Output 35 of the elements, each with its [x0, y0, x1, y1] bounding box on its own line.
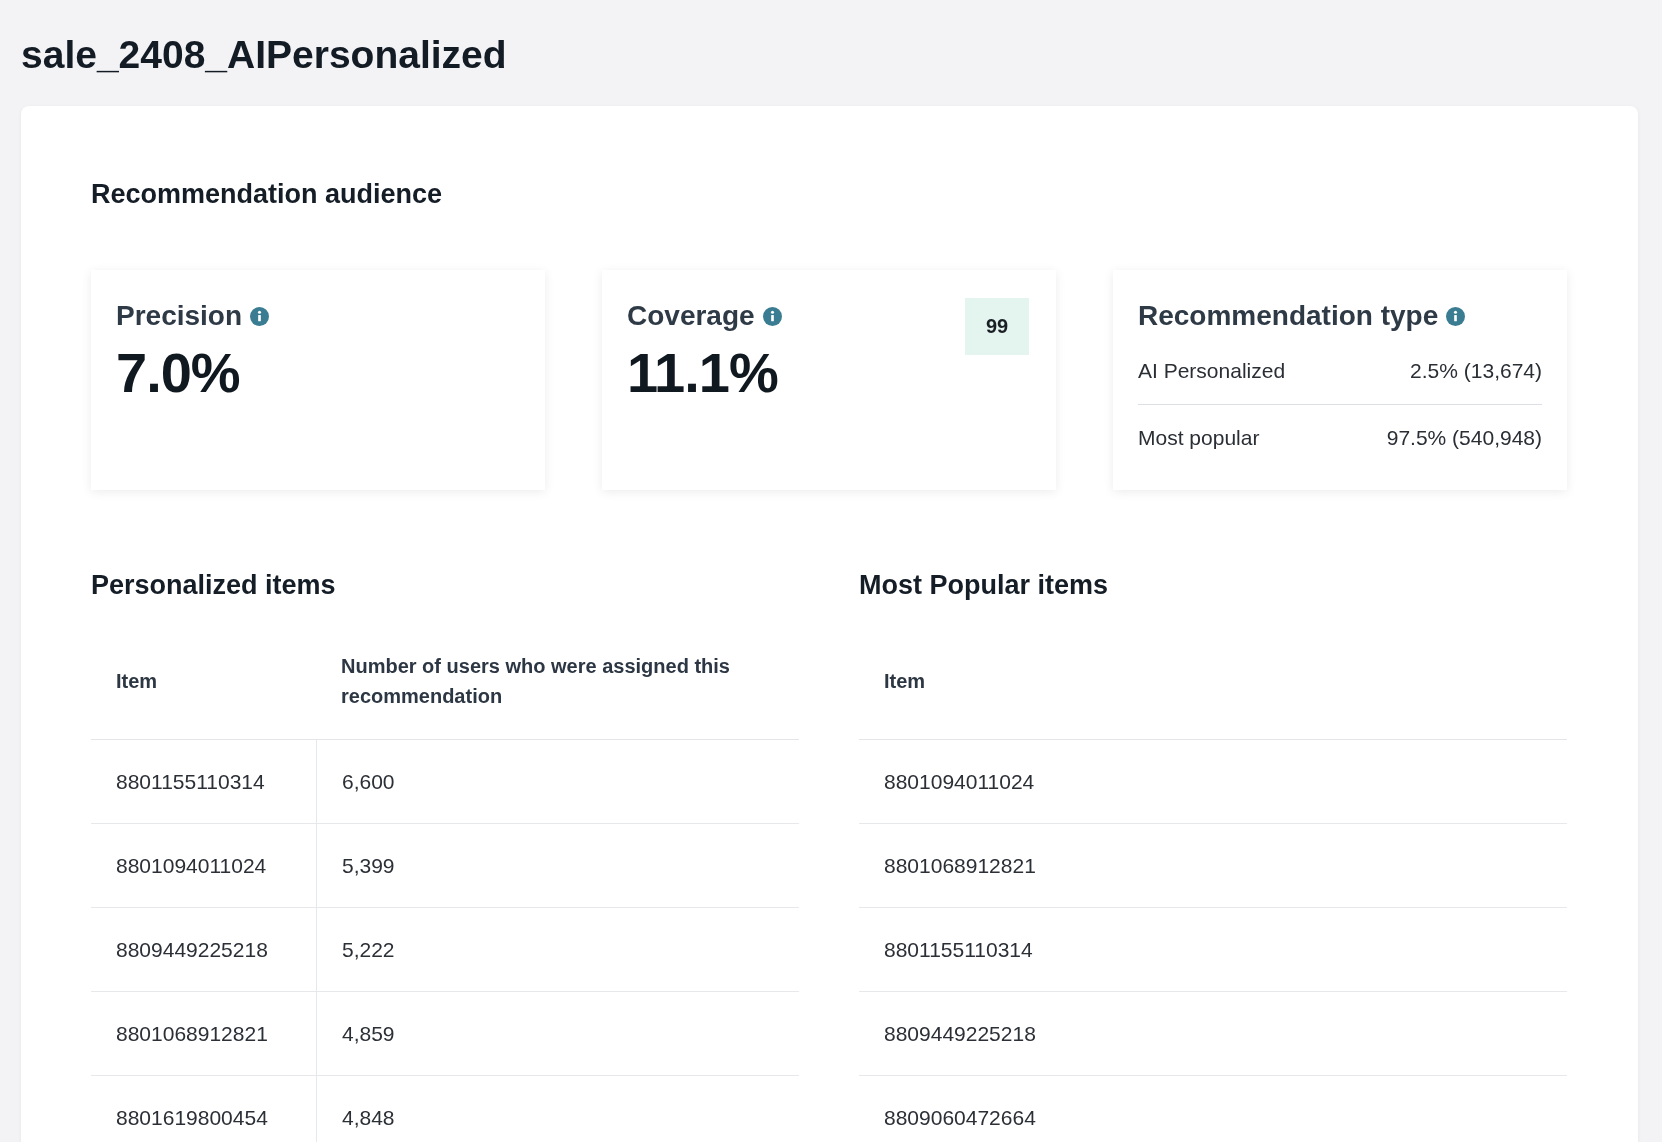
column-header: Item	[115, 669, 159, 694]
table-cell-text: 8809449225218	[883, 1020, 1037, 1047]
breakdown-label: AI Personalized	[1138, 358, 1286, 384]
page-title: sale_2408_AIPersonalized	[21, 32, 507, 78]
table-cell-text: 8801094011024	[115, 852, 268, 879]
table-cell-text: 8801155110314	[115, 768, 266, 795]
metric-label: Recommendation type	[1138, 299, 1439, 333]
table-cell: 4,859	[316, 992, 799, 1075]
section-heading: Recommendation audience	[91, 178, 443, 211]
table-cell-text: 8801619800454	[115, 1104, 269, 1131]
metric-value: 11.1%	[627, 343, 778, 403]
section-heading: Personalized items	[91, 569, 336, 602]
table-cell-text: 8801094011024	[883, 768, 1036, 795]
table-cell-text: 8801068912821	[115, 1020, 269, 1047]
metric-label: Precision	[116, 299, 243, 333]
info-icon[interactable]	[762, 306, 782, 326]
table-cell: 5,399	[316, 824, 799, 907]
info-icon[interactable]	[1446, 306, 1466, 326]
breakdown-label: Most popular	[1138, 425, 1260, 451]
table-cell-text: 8801155110314	[883, 936, 1034, 963]
table-cell-text: 8801068912821	[883, 852, 1037, 879]
table-cell: 4,848	[316, 1076, 799, 1142]
metric-label: Coverage	[627, 299, 755, 333]
column-header: Number of users who were assigned this recommendation	[340, 654, 731, 709]
table-cell: 5,222	[316, 908, 799, 991]
column-header: Item	[883, 669, 927, 694]
breakdown-value: 2.5% (13,674)	[1410, 358, 1542, 384]
info-icon[interactable]	[250, 306, 270, 326]
table-cell-text: 8809060472664	[883, 1104, 1037, 1131]
section-heading: Most Popular items	[859, 569, 1109, 602]
count-badge: 99	[965, 298, 1029, 355]
metric-value: 7.0%	[116, 343, 240, 403]
breakdown-value: 97.5% (540,948)	[1386, 425, 1542, 451]
table-cell-text: 8809449225218	[115, 936, 269, 963]
table-cell: 6,600	[316, 740, 799, 823]
